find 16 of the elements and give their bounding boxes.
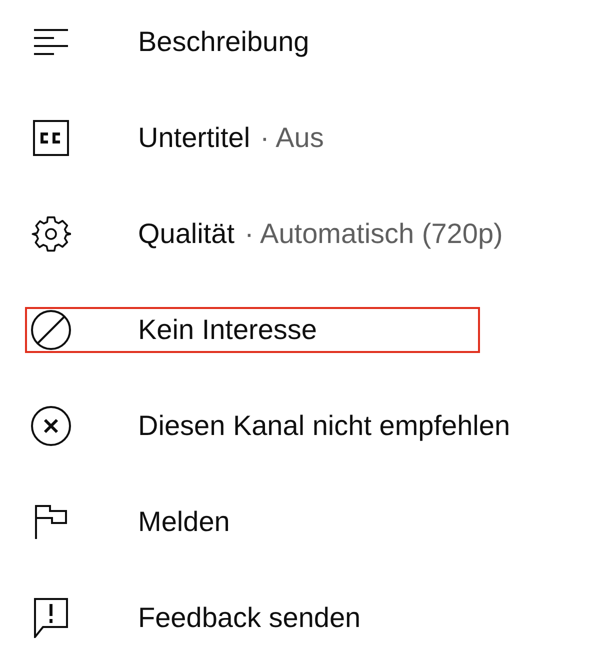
feedback-icon	[34, 598, 68, 638]
menu-item[interactable]: Diesen Kanal nicht empfehlen	[138, 412, 510, 440]
description-icon	[33, 28, 69, 56]
flag-icon	[35, 505, 67, 539]
menu-item[interactable]: Untertitel	[138, 124, 250, 152]
settings-icon	[31, 214, 71, 254]
menu-item-value: · Aus	[260, 124, 324, 152]
menu-item[interactable]: Qualität	[138, 220, 234, 248]
menu-item[interactable]: Melden	[138, 508, 230, 536]
menu-item[interactable]: Beschreibung	[138, 28, 310, 56]
menu-item-value: · Automatisch (720p)	[244, 220, 503, 248]
remove-icon	[31, 406, 71, 446]
menu-item[interactable]: Feedback senden	[138, 604, 361, 632]
menu-item[interactable]: Kein Interesse	[138, 316, 317, 344]
subtitles-icon	[33, 120, 69, 156]
block-icon	[31, 310, 71, 350]
